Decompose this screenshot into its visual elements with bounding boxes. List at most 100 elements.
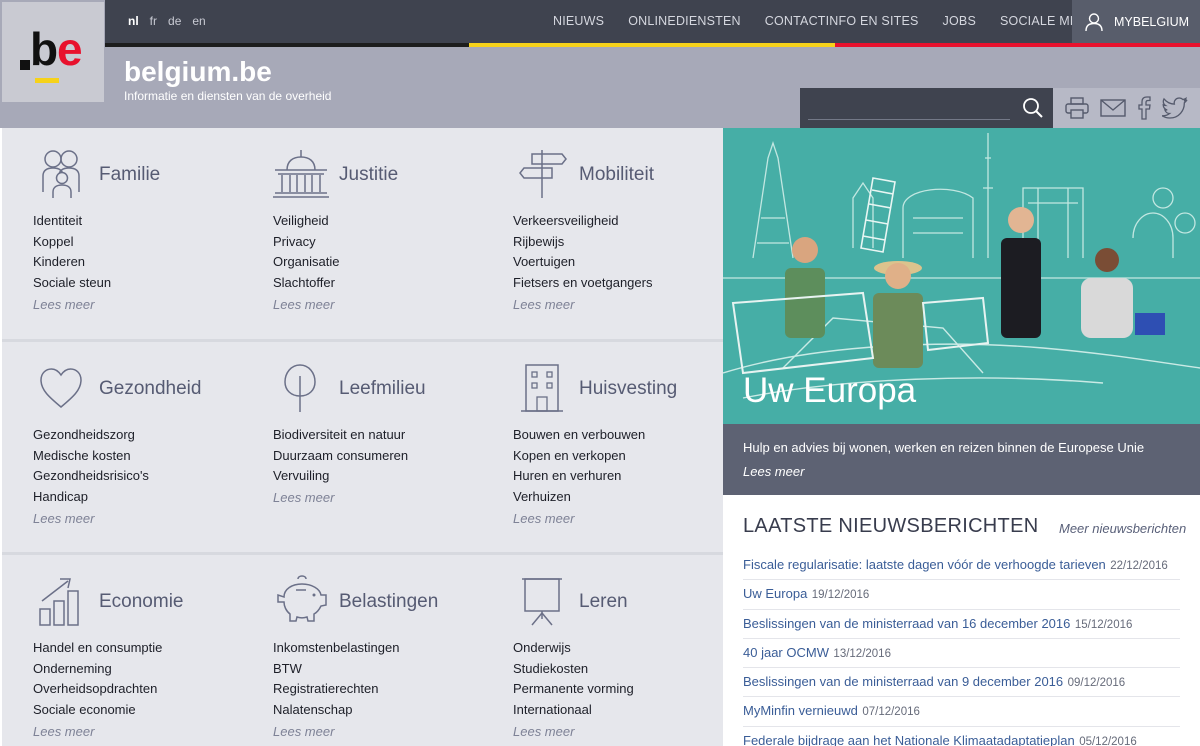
category-title[interactable]: Leefmilieu [339,378,426,400]
category-link[interactable]: Rijbewijs [513,232,652,253]
category-link[interactable]: Internationaal [513,700,634,721]
nav-contactinfo[interactable]: CONTACTINFO EN SITES [753,14,931,28]
category-link[interactable]: Huren en verhuren [513,466,645,487]
lees-meer-link[interactable]: Lees meer [513,511,574,526]
category-link[interactable]: Veiligheid [273,211,339,232]
category-link[interactable]: Studiekosten [513,659,634,680]
mybelgium-button[interactable]: MYBELGIUM [1072,0,1200,43]
lang-de[interactable]: de [168,14,181,28]
category-link[interactable]: BTW [273,659,399,680]
news-headline[interactable]: Beslissingen van de ministerraad van 9 d… [743,674,1063,689]
news-item[interactable]: Beslissingen van de ministerraad van 9 d… [743,668,1180,698]
news-item[interactable]: MyMinfin vernieuwd 07/12/2016 [743,697,1180,727]
category-links: Onderwijs Studiekosten Permanente vormin… [513,638,634,720]
category-link[interactable]: Gezondheidszorg [33,425,149,446]
lees-meer-link[interactable]: Lees meer [273,490,334,505]
lang-en[interactable]: en [192,14,205,28]
news-section: LAATSTE NIEUWSBERICHTEN Meer nieuwsberic… [723,495,1200,746]
category-title[interactable]: Mobiliteit [579,164,654,186]
category-row: Familie Identiteit Koppel Kinderen Socia… [2,128,723,342]
category-link[interactable]: Medische kosten [33,446,149,467]
site-name[interactable]: belgium.be [124,56,272,88]
category-link[interactable]: Kinderen [33,252,111,273]
category-link[interactable]: Slachtoffer [273,273,339,294]
twitter-icon[interactable] [1162,97,1188,119]
category-leren: Leren Onderwijs Studiekosten Permanente … [482,555,722,746]
category-link[interactable]: Handel en consumptie [33,638,162,659]
category-title[interactable]: Belastingen [339,591,438,613]
mail-icon[interactable] [1100,99,1126,117]
search-input[interactable] [808,98,1010,120]
category-link[interactable]: Privacy [273,232,339,253]
lees-meer-link[interactable]: Lees meer [33,724,94,739]
lees-meer-link[interactable]: Lees meer [273,297,334,312]
category-link[interactable]: Gezondheidsrisico's [33,466,149,487]
category-link[interactable]: Permanente vorming [513,679,634,700]
news-headline[interactable]: Fiscale regularisatie: laatste dagen vóó… [743,557,1106,572]
category-link[interactable]: Sociale steun [33,273,111,294]
category-title[interactable]: Justitie [339,164,398,186]
news-headline[interactable]: Federale bijdrage aan het Nationale Klim… [743,733,1075,746]
hero-banner[interactable]: Uw Europa [723,128,1200,424]
lang-nl[interactable]: nl [128,14,139,28]
category-link[interactable]: Nalatenschap [273,700,399,721]
category-link[interactable]: Bouwen en verbouwen [513,425,645,446]
news-item[interactable]: 40 jaar OCMW 13/12/2016 [743,639,1180,669]
category-title[interactable]: Gezondheid [99,378,201,400]
category-link[interactable]: Vervuiling [273,466,408,487]
category-link[interactable]: Inkomstenbelastingen [273,638,399,659]
news-headline[interactable]: MyMinfin vernieuwd [743,703,858,718]
logo-dot [20,60,30,70]
courthouse-icon [273,150,329,198]
hero-title[interactable]: Uw Europa [743,371,916,411]
category-link[interactable]: Onderwijs [513,638,634,659]
category-link[interactable]: Voertuigen [513,252,652,273]
language-switcher: nl fr de en [128,14,206,28]
lees-meer-link[interactable]: Lees meer [33,511,94,526]
category-title[interactable]: Leren [579,591,628,613]
lees-meer-link[interactable]: Lees meer [33,297,94,312]
category-link[interactable]: Koppel [33,232,111,253]
category-title[interactable]: Familie [99,164,160,186]
lees-meer-link[interactable]: Lees meer [513,724,574,739]
category-link[interactable]: Organisatie [273,252,339,273]
news-heading: LAATSTE NIEUWSBERICHTEN [743,515,1039,537]
lees-meer-link[interactable]: Lees meer [513,297,574,312]
news-date: 05/12/2016 [1079,735,1137,746]
category-link[interactable]: Fietsers en voetgangers [513,273,652,294]
nav-nieuws[interactable]: NIEUWS [541,14,616,28]
site-logo[interactable]: b e [2,2,104,102]
news-headline[interactable]: 40 jaar OCMW [743,645,829,660]
print-icon[interactable] [1064,97,1089,119]
news-item[interactable]: Fiscale regularisatie: laatste dagen vóó… [743,551,1180,581]
category-link[interactable]: Registratierechten [273,679,399,700]
facebook-icon[interactable] [1137,96,1151,120]
nav-onlinediensten[interactable]: ONLINEDIENSTEN [616,14,753,28]
category-link[interactable]: Verkeersveiligheid [513,211,652,232]
category-link[interactable]: Overheidsopdrachten [33,679,162,700]
news-headline[interactable]: Beslissingen van de ministerraad van 16 … [743,616,1070,631]
category-links: Biodiversiteit en natuur Duurzaam consum… [273,425,408,487]
category-link[interactable]: Onderneming [33,659,162,680]
lang-fr[interactable]: fr [150,14,157,28]
news-item[interactable]: Uw Europa 19/12/2016 [743,580,1180,610]
category-link[interactable]: Handicap [33,487,149,508]
category-link[interactable]: Identiteit [33,211,111,232]
news-item[interactable]: Federale bijdrage aan het Nationale Klim… [743,727,1180,746]
hero-lees-meer-link[interactable]: Lees meer [743,464,804,479]
nav-jobs[interactable]: JOBS [931,14,988,28]
category-link[interactable]: Duurzaam consumeren [273,446,408,467]
category-link[interactable]: Kopen en verkopen [513,446,645,467]
category-link[interactable]: Sociale economie [33,700,162,721]
news-headline[interactable]: Uw Europa [743,586,807,601]
category-link[interactable]: Biodiversiteit en natuur [273,425,408,446]
news-item[interactable]: Beslissingen van de ministerraad van 16 … [743,610,1180,639]
category-link[interactable]: Verhuizen [513,487,645,508]
category-title[interactable]: Huisvesting [579,378,677,400]
more-news-link[interactable]: Meer nieuwsberichten [1059,521,1186,536]
category-title[interactable]: Economie [99,591,184,613]
category-links: Inkomstenbelastingen BTW Registratierech… [273,638,399,720]
search-icon[interactable] [1022,97,1044,119]
news-date: 09/12/2016 [1067,677,1126,690]
lees-meer-link[interactable]: Lees meer [273,724,334,739]
